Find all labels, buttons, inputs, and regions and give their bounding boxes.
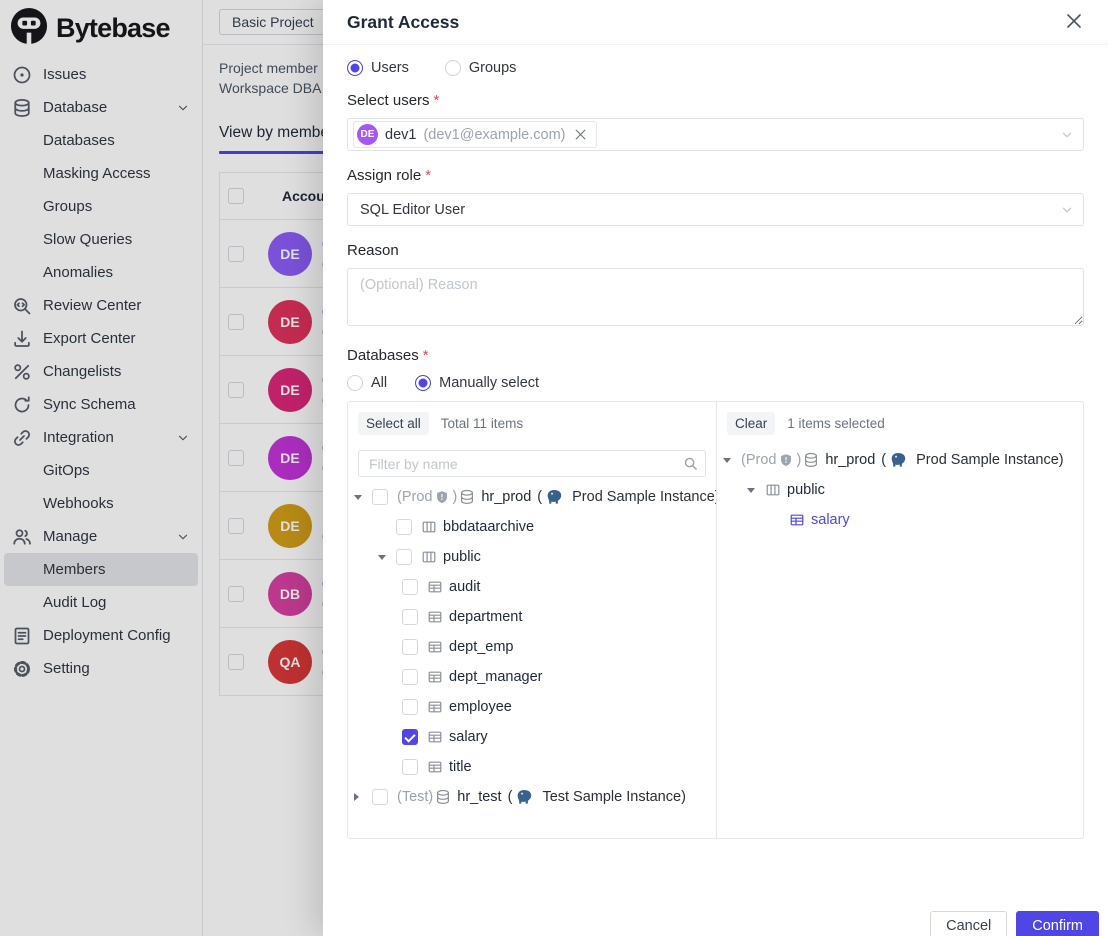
- assign-role-label: Assign role*: [347, 167, 1084, 184]
- database-tree: (Prod) hr_prod (Prod Sample Instance) bb…: [348, 482, 716, 812]
- tree-checkbox[interactable]: [402, 579, 418, 595]
- postgres-icon: [890, 452, 906, 468]
- databases-radio-group: All Manually select: [347, 375, 1084, 391]
- chevron-down-icon: [1060, 203, 1074, 217]
- reason-textarea[interactable]: [347, 268, 1084, 326]
- tree-checkbox[interactable]: [402, 759, 418, 775]
- chip-user-name: dev1: [385, 127, 416, 143]
- tree-checkbox[interactable]: [372, 789, 388, 805]
- radio-users[interactable]: Users: [347, 60, 409, 76]
- select-users-label: Select users*: [347, 92, 1084, 109]
- radio-manual-control[interactable]: [415, 375, 431, 391]
- required-asterisk: *: [423, 347, 429, 364]
- radio-groups[interactable]: Groups: [445, 60, 517, 76]
- table-icon: [427, 609, 443, 625]
- caret-down-icon[interactable]: [723, 458, 741, 463]
- caret-down-icon[interactable]: [378, 555, 396, 560]
- table-icon: [427, 699, 443, 715]
- required-asterisk: *: [425, 167, 431, 184]
- selected-row-salary[interactable]: salary: [717, 505, 1083, 535]
- tree-row-title[interactable]: title: [348, 752, 716, 782]
- database-picker: Select all Total 11 items (Prod): [347, 401, 1084, 839]
- tree-row-hr-test[interactable]: (Test) hr_test (Test Sample Instance): [348, 782, 716, 812]
- total-items-label: Total 11 items: [441, 416, 523, 431]
- avatar: DE: [357, 124, 378, 145]
- table-icon: [427, 579, 443, 595]
- environment-shield-icon: [779, 453, 793, 467]
- close-icon[interactable]: [1064, 12, 1084, 32]
- selected-items-pane: Clear 1 items selected (Prod) hr_prod (P…: [716, 402, 1083, 838]
- table-icon: [789, 512, 805, 528]
- tree-row-bbdataarchive[interactable]: bbdataarchive: [348, 512, 716, 542]
- confirm-button[interactable]: Confirm: [1016, 911, 1099, 936]
- assign-role-value: SQL Editor User: [353, 202, 465, 218]
- postgres-icon: [546, 489, 562, 505]
- caret-down-icon[interactable]: [747, 488, 765, 493]
- remove-user-icon[interactable]: [574, 128, 588, 142]
- selected-tree: (Prod) hr_prod (Prod Sample Instance) pu…: [717, 445, 1083, 535]
- table-icon: [427, 759, 443, 775]
- tree-checkbox[interactable]: [402, 639, 418, 655]
- select-users-input[interactable]: DE dev1 (dev1@example.com): [347, 118, 1084, 151]
- database-icon: [803, 452, 819, 468]
- tree-row-employee[interactable]: employee: [348, 692, 716, 722]
- filter-by-name-input[interactable]: [358, 450, 706, 477]
- radio-all-databases[interactable]: All: [347, 375, 387, 391]
- tree-row-salary[interactable]: salary: [348, 722, 716, 752]
- schema-icon: [421, 549, 437, 565]
- tree-row-hr-prod[interactable]: (Prod) hr_prod (Prod Sample Instance): [348, 482, 716, 512]
- modal-title: Grant Access: [347, 12, 459, 33]
- postgres-icon: [516, 789, 532, 805]
- cancel-button[interactable]: Cancel: [930, 911, 1007, 936]
- tree-checkbox[interactable]: [402, 609, 418, 625]
- table-icon: [427, 729, 443, 745]
- table-icon: [427, 669, 443, 685]
- caret-right-icon[interactable]: [354, 793, 372, 801]
- modal-header: Grant Access: [323, 0, 1108, 45]
- selected-row-hr-prod[interactable]: (Prod) hr_prod (Prod Sample Instance): [717, 445, 1083, 475]
- table-icon: [427, 639, 443, 655]
- reason-label: Reason: [347, 242, 1084, 259]
- member-type-radio-group: Users Groups: [347, 60, 1084, 76]
- required-asterisk: *: [434, 92, 440, 109]
- tree-row-audit[interactable]: audit: [348, 572, 716, 602]
- grant-access-modal: Grant Access Users Groups Select users* …: [323, 0, 1108, 936]
- schema-icon: [765, 482, 781, 498]
- radio-groups-control[interactable]: [445, 60, 461, 76]
- app-window: Bytebase Issues Database Databases Maski…: [0, 0, 1108, 936]
- radio-users-control[interactable]: [347, 60, 363, 76]
- databases-label: Databases*: [347, 347, 1084, 364]
- selected-row-public[interactable]: public: [717, 475, 1083, 505]
- database-icon: [459, 489, 475, 505]
- environment-shield-icon: [435, 490, 449, 504]
- chevron-down-icon: [1060, 128, 1074, 142]
- tree-row-public[interactable]: public: [348, 542, 716, 572]
- tree-checkbox[interactable]: [396, 549, 412, 565]
- schema-icon: [421, 519, 437, 535]
- tree-checkbox[interactable]: [402, 699, 418, 715]
- modal-footer: Cancel Confirm: [930, 911, 1099, 936]
- select-all-button[interactable]: Select all: [358, 412, 429, 435]
- tree-checkbox[interactable]: [396, 519, 412, 535]
- assign-role-select[interactable]: SQL Editor User: [347, 193, 1084, 226]
- tree-checkbox[interactable]: [402, 669, 418, 685]
- chip-user-email: (dev1@example.com): [423, 127, 565, 143]
- tree-row-dept-manager[interactable]: dept_manager: [348, 662, 716, 692]
- selected-user-chip: DE dev1 (dev1@example.com): [353, 121, 597, 148]
- tree-row-department[interactable]: department: [348, 602, 716, 632]
- tree-checkbox-checked[interactable]: [402, 729, 418, 745]
- tree-row-dept-emp[interactable]: dept_emp: [348, 632, 716, 662]
- radio-all-control[interactable]: [347, 375, 363, 391]
- selected-count-label: 1 items selected: [787, 416, 885, 431]
- search-icon: [683, 456, 698, 471]
- database-tree-pane: Select all Total 11 items (Prod): [348, 402, 716, 838]
- clear-button[interactable]: Clear: [727, 412, 775, 435]
- database-icon: [435, 789, 451, 805]
- tree-checkbox[interactable]: [372, 489, 388, 505]
- radio-manually-select[interactable]: Manually select: [415, 375, 539, 391]
- caret-down-icon[interactable]: [354, 495, 372, 500]
